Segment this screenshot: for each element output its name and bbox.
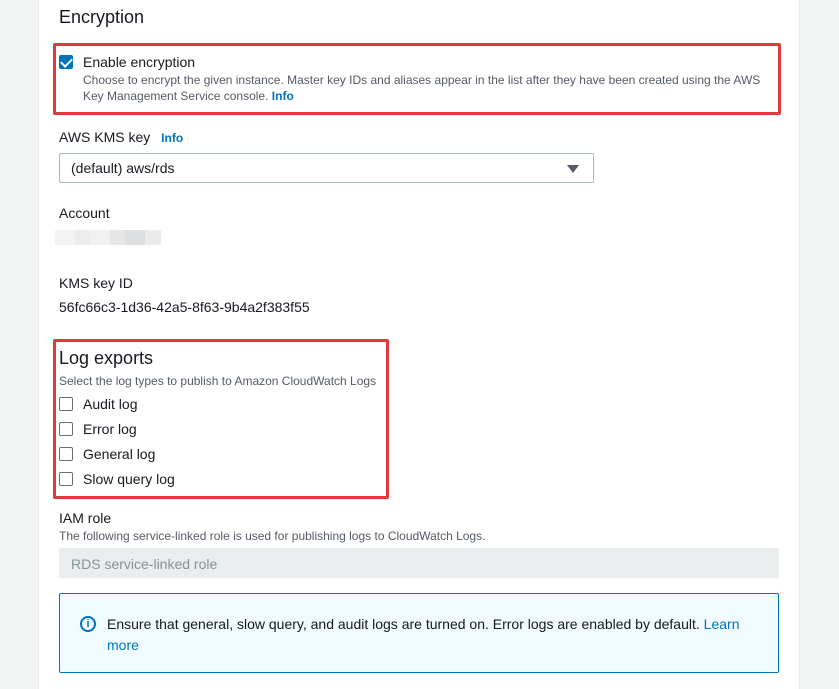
enable-encryption-description: Choose to encrypt the given instance. Ma… bbox=[83, 72, 773, 104]
audit-log-option[interactable]: Audit log bbox=[59, 396, 137, 412]
info-icon: i bbox=[80, 616, 96, 632]
info-alert: i Ensure that general, slow query, and a… bbox=[59, 593, 779, 673]
kms-key-select[interactable]: (default) aws/rds bbox=[59, 153, 594, 183]
error-log-option[interactable]: Error log bbox=[59, 421, 137, 437]
log-exports-description: Select the log types to publish to Amazo… bbox=[59, 374, 377, 388]
info-alert-text: Ensure that general, slow query, and aud… bbox=[107, 614, 767, 656]
kms-key-id-label: KMS key ID bbox=[59, 275, 133, 291]
general-log-label[interactable]: General log bbox=[83, 446, 155, 462]
account-label: Account bbox=[59, 205, 110, 221]
log-exports-heading: Log exports bbox=[59, 348, 154, 368]
enable-encryption-label[interactable]: Enable encryption bbox=[83, 54, 195, 70]
audit-log-label[interactable]: Audit log bbox=[83, 396, 137, 412]
checkbox-unchecked-icon[interactable] bbox=[59, 447, 73, 461]
info-alert-message: Ensure that general, slow query, and aud… bbox=[107, 616, 700, 632]
caret-down-icon bbox=[567, 165, 579, 173]
iam-role-description: The following service-linked role is use… bbox=[59, 529, 486, 543]
error-log-label[interactable]: Error log bbox=[83, 421, 137, 437]
enable-encryption-checkbox[interactable] bbox=[59, 55, 73, 74]
checkbox-unchecked-icon[interactable] bbox=[59, 422, 73, 436]
kms-key-info-link[interactable]: Info bbox=[161, 131, 183, 145]
encryption-heading: Encryption bbox=[59, 7, 145, 27]
kms-key-selected-value: (default) aws/rds bbox=[71, 160, 175, 176]
slow-query-log-label[interactable]: Slow query log bbox=[83, 471, 175, 487]
kms-key-label-text: AWS KMS key bbox=[59, 129, 151, 145]
kms-key-id-value: 56fc66c3-1d36-42a5-8f63-9b4a2f383f55 bbox=[59, 299, 310, 315]
iam-role-label: IAM role bbox=[59, 510, 112, 526]
kms-key-label: AWS KMS key Info bbox=[59, 129, 183, 145]
checkbox-checked-icon[interactable] bbox=[59, 55, 73, 69]
slow-query-log-option[interactable]: Slow query log bbox=[59, 471, 175, 487]
account-value-redacted bbox=[55, 230, 161, 245]
enable-encryption-desc-text: Choose to encrypt the given instance. Ma… bbox=[83, 73, 761, 103]
general-log-option[interactable]: General log bbox=[59, 446, 155, 462]
iam-role-input: RDS service-linked role bbox=[59, 548, 779, 578]
checkbox-unchecked-icon[interactable] bbox=[59, 472, 73, 486]
enable-encryption-info-link[interactable]: Info bbox=[272, 89, 294, 103]
checkbox-unchecked-icon[interactable] bbox=[59, 397, 73, 411]
